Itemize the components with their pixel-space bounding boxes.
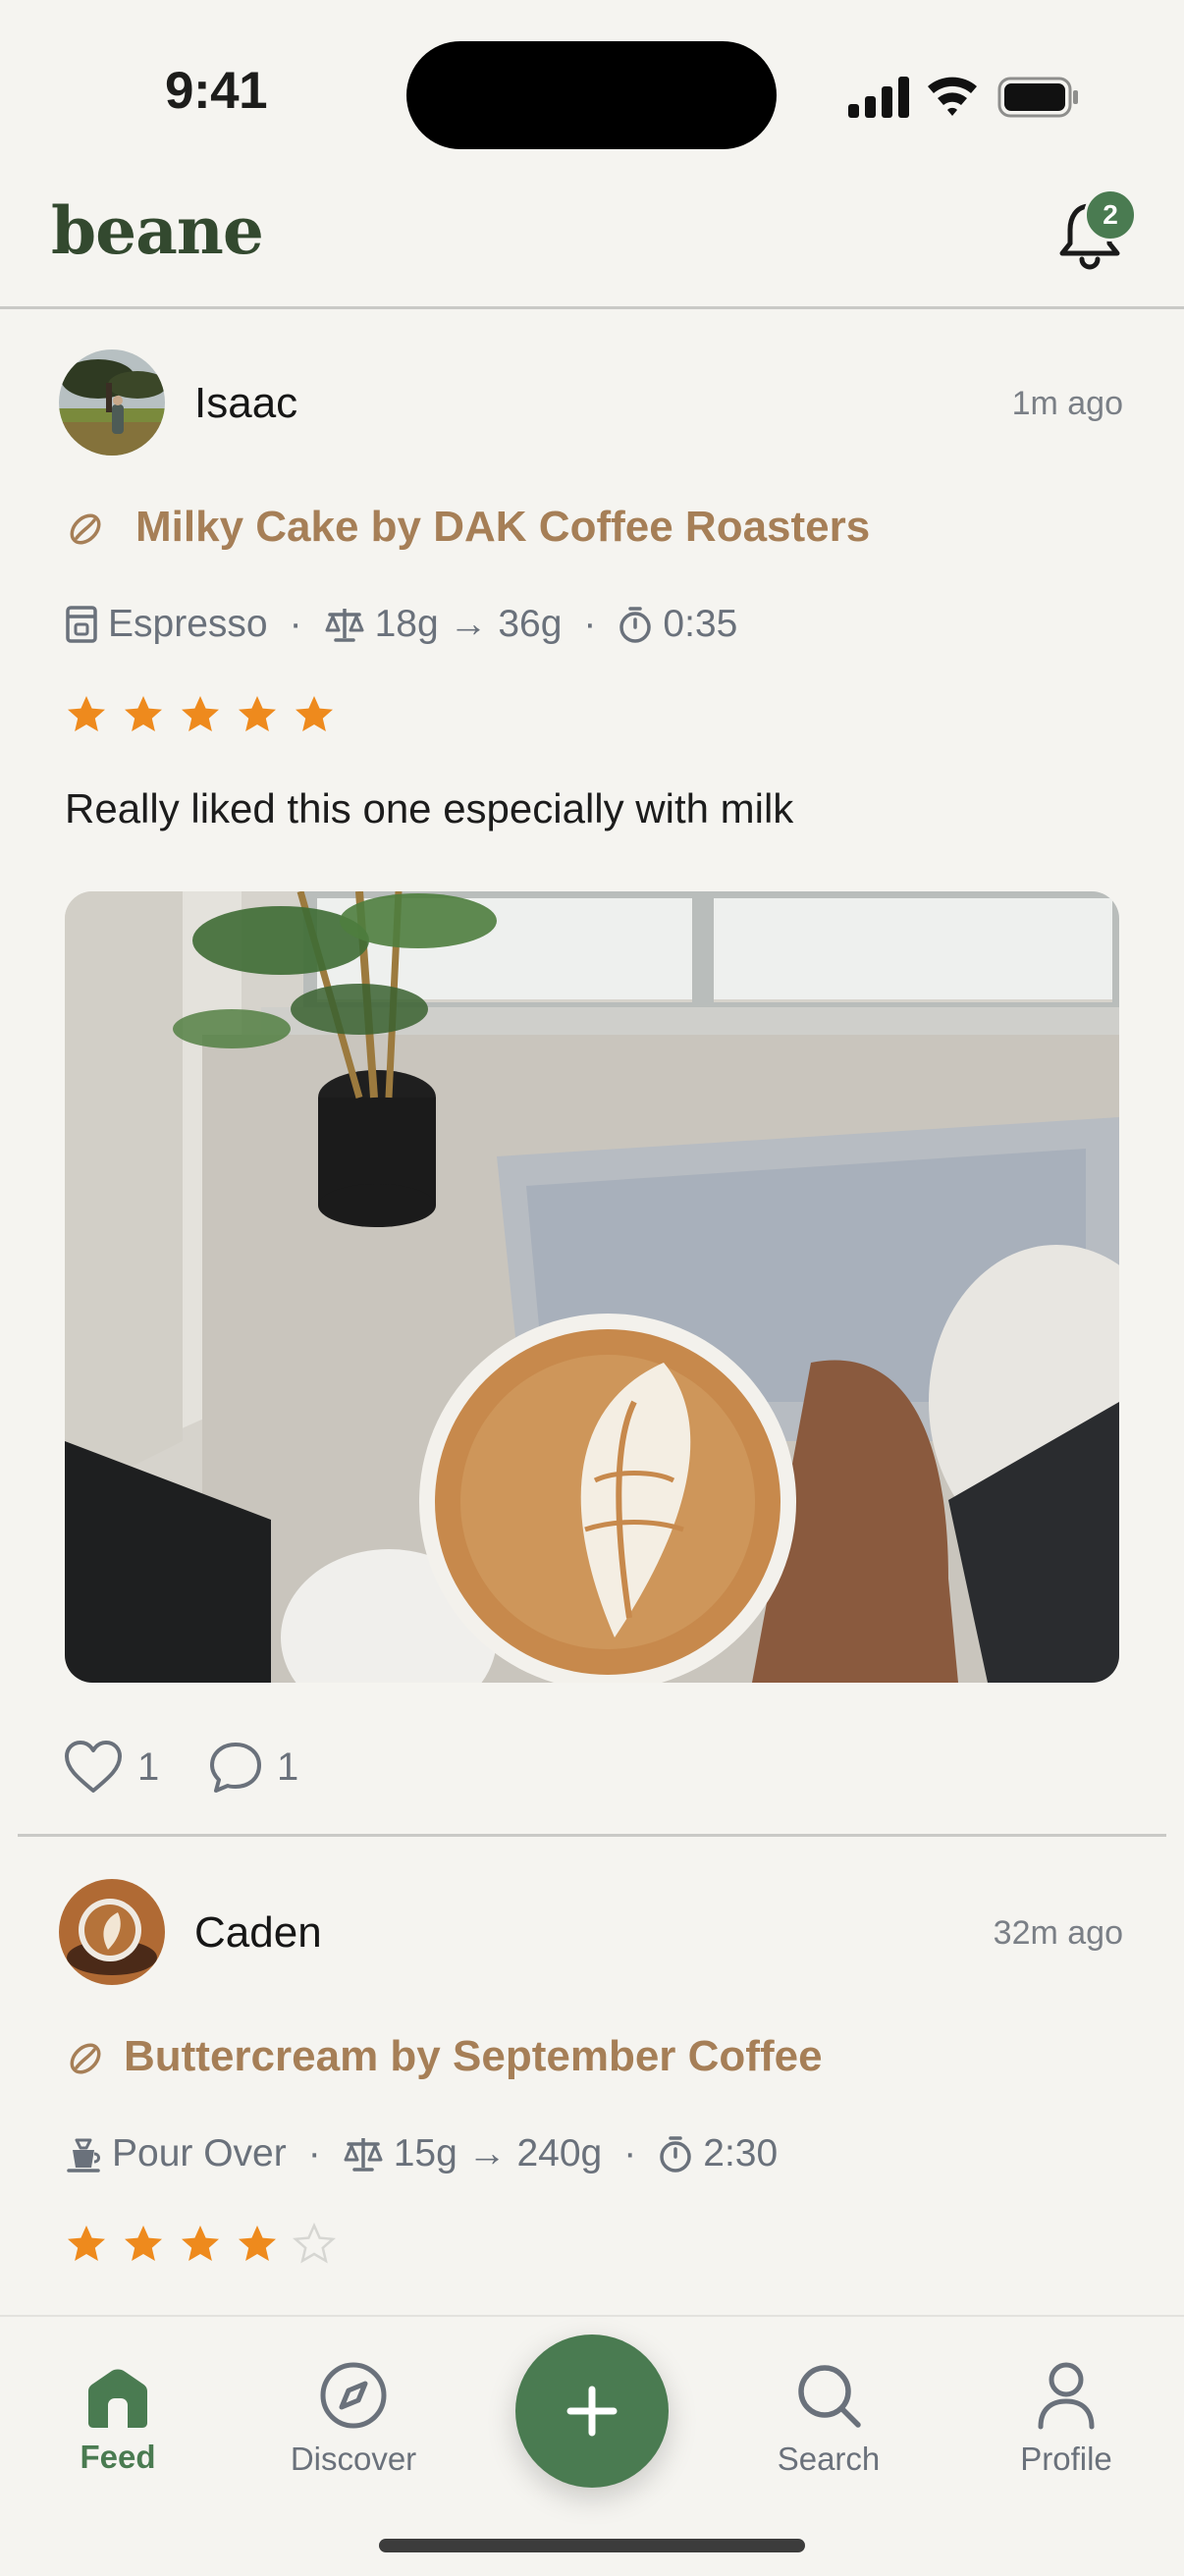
- signal-icon: [848, 77, 909, 118]
- coffee-link[interactable]: Milky Cake by DAK Coffee Roasters: [135, 503, 870, 552]
- post-time: 32m ago: [993, 1914, 1123, 1952]
- tab-discover-label: Discover: [290, 2441, 417, 2477]
- star-icon: [239, 696, 276, 731]
- star-icon: [125, 696, 162, 731]
- status-time: 9:41: [165, 62, 268, 120]
- tab-feed[interactable]: Feed: [20, 2368, 216, 2476]
- star-icon: [125, 2226, 162, 2261]
- pour-over-icon: [67, 2138, 100, 2173]
- search-icon: [798, 2365, 861, 2428]
- notification-badge: 2: [1084, 188, 1137, 242]
- tab-discover[interactable]: Discover: [255, 2362, 452, 2478]
- add-post-button[interactable]: [515, 2334, 669, 2488]
- post-photo[interactable]: [65, 891, 1119, 1683]
- brew-ratio: 15g → 240g: [393, 2132, 603, 2174]
- brew-meta: Pour Over · 15g → 240g · 2:30: [65, 2132, 778, 2175]
- tab-feed-label: Feed: [80, 2439, 156, 2475]
- like-button[interactable]: 1: [63, 1740, 159, 1795]
- bean-icon: [70, 513, 101, 545]
- star-icon: [68, 696, 105, 731]
- timer-icon: [660, 2136, 691, 2173]
- brew-method: Espresso: [108, 603, 268, 645]
- home-icon: [88, 2369, 147, 2428]
- wifi-icon: [928, 77, 977, 116]
- tab-profile-label: Profile: [1020, 2441, 1112, 2477]
- dynamic-island: [406, 41, 777, 149]
- star-icon: [296, 696, 333, 731]
- brew-method: Pour Over: [112, 2132, 287, 2174]
- star-rating: [65, 2223, 336, 2266]
- avatar[interactable]: [59, 1879, 165, 1985]
- battery-icon: [997, 77, 1078, 118]
- timer-icon: [619, 607, 652, 643]
- header-divider: [0, 306, 1184, 309]
- star-icon: [239, 2226, 276, 2261]
- brew-ratio: 18g → 36g: [374, 603, 563, 645]
- star-icon: [182, 2226, 219, 2261]
- post-note: Really liked this one especially with mi…: [65, 785, 794, 832]
- star-icon: [182, 696, 219, 731]
- scale-icon: [344, 2138, 383, 2172]
- post-username[interactable]: Caden: [194, 1908, 322, 1958]
- star-icon: [68, 2226, 105, 2261]
- post-divider: [18, 1834, 1166, 1837]
- espresso-machine-icon: [66, 606, 97, 643]
- comment-count: 1: [277, 1744, 299, 1789]
- coffee-link[interactable]: Buttercream by September Coffee: [124, 2032, 823, 2081]
- scale-icon: [325, 609, 364, 642]
- brew-meta: Espresso · 18g → 36g · 0:35: [65, 603, 737, 646]
- tab-profile[interactable]: Profile: [968, 2362, 1164, 2478]
- profile-icon: [1038, 2362, 1095, 2430]
- app-logo: beane: [51, 192, 264, 269]
- comment-button[interactable]: 1: [208, 1740, 298, 1795]
- tab-search-label: Search: [777, 2441, 881, 2477]
- compass-icon: [320, 2362, 387, 2429]
- brew-time: 0:35: [663, 603, 738, 645]
- tab-search[interactable]: Search: [730, 2365, 927, 2478]
- bean-icon: [70, 2043, 101, 2074]
- post-time: 1m ago: [1011, 385, 1123, 422]
- plus-icon: [566, 2386, 618, 2437]
- brew-time: 2:30: [703, 2132, 779, 2174]
- home-indicator: [379, 2539, 805, 2552]
- like-count: 1: [137, 1744, 160, 1789]
- star-icon: [293, 2223, 336, 2264]
- comment-icon: [210, 1743, 261, 1793]
- star-rating: [65, 693, 336, 736]
- avatar[interactable]: [59, 349, 165, 456]
- heart-icon: [65, 1741, 122, 1793]
- post-username[interactable]: Isaac: [194, 379, 297, 428]
